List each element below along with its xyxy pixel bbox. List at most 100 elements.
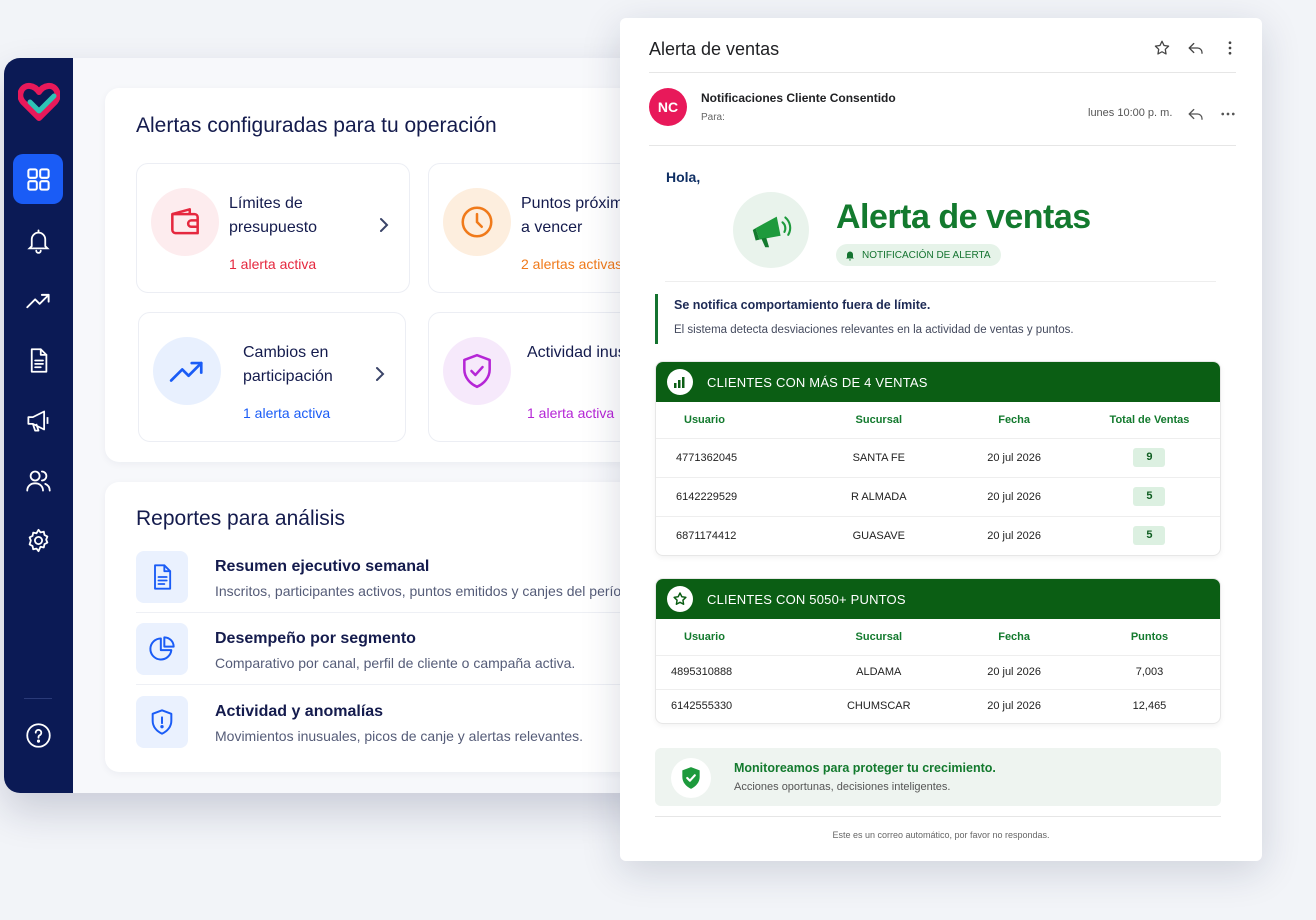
nav-help[interactable] <box>13 710 63 760</box>
badge-label: NOTIFICACIÓN DE ALERTA <box>862 249 991 261</box>
total-pill: 9 <box>1133 448 1166 467</box>
cell-user: 4895310888 <box>656 654 809 689</box>
column-header: Sucursal <box>855 413 902 426</box>
alerts-panel: Alertas configuradas para tu operación L… <box>105 88 664 462</box>
cell-branch: SANTA FE <box>808 437 950 477</box>
cell-date: 20 jul 2026 <box>949 654 1079 689</box>
cell-points: 12,465 <box>1078 688 1220 723</box>
more-options-button[interactable] <box>1220 38 1240 58</box>
reply-message-button[interactable] <box>1186 104 1206 124</box>
reply-icon <box>1188 42 1203 54</box>
column-header: Fecha <box>998 413 1031 426</box>
nav-settings[interactable] <box>13 515 63 565</box>
header-icon-circle <box>667 369 693 395</box>
megaphone-icon <box>752 216 792 248</box>
card-icon-circle <box>443 337 511 405</box>
banner-body: Acciones oportunas, decisiones inteligen… <box>734 781 951 793</box>
nav-reports[interactable] <box>13 335 63 385</box>
cell-user: 4771362045 <box>656 437 809 477</box>
email-divider <box>665 281 1216 282</box>
nav-users[interactable] <box>13 455 63 505</box>
gear-icon <box>28 528 48 552</box>
megaphone-icon <box>26 410 48 432</box>
report-anomalies[interactable]: Actividad y anomalías Movimientos inusua… <box>136 696 664 758</box>
report-weekly-summary[interactable]: Resumen ejecutivo semanal Inscritos, par… <box>136 551 664 613</box>
sidebar <box>4 58 73 793</box>
column-header: Total de Ventas <box>1109 413 1190 426</box>
document-icon <box>30 347 47 373</box>
star-button[interactable] <box>1152 38 1172 58</box>
limit-notice: Se notifica comportamiento fuera de lími… <box>655 294 1215 344</box>
message-actions <box>1186 104 1238 124</box>
chevron-right-icon <box>380 218 389 232</box>
cell-branch: R ALMADA <box>808 476 950 516</box>
cell-branch: ALDAMA <box>808 654 950 689</box>
star-icon <box>1154 40 1170 55</box>
nav-campaigns[interactable] <box>13 395 63 445</box>
nav-alerts[interactable] <box>13 215 63 265</box>
report-divider <box>136 684 664 685</box>
email-headline: Alerta de ventas <box>836 198 1091 236</box>
banner-title: Monitoreamos para proteger tu crecimient… <box>734 761 996 775</box>
table-header-row: Usuario Sucursal Fecha Puntos <box>656 619 1220 655</box>
auto-email-note: Este es un correo automático, por favor … <box>832 830 1050 840</box>
cell-points: 7,003 <box>1078 654 1220 689</box>
report-desc: Inscritos, participantes activos, puntos… <box>215 583 641 599</box>
pie-chart-icon <box>149 636 175 661</box>
to-label: Para: <box>701 112 725 123</box>
points-table: Usuario Sucursal Fecha Puntos 4895310888… <box>656 619 1220 723</box>
nav-dashboard[interactable] <box>13 154 63 204</box>
email-top-actions <box>1152 38 1240 58</box>
cell-user: 6142229529 <box>656 476 809 516</box>
reply-button[interactable] <box>1186 38 1206 58</box>
card-icon-circle <box>443 188 511 256</box>
column-header: Fecha <box>998 630 1031 643</box>
alerts-panel-title: Alertas configuradas para tu operación <box>136 114 497 137</box>
megaphone-badge <box>733 192 809 268</box>
more-vertical-icon <box>1228 41 1232 55</box>
chevron-right-icon <box>376 367 385 381</box>
sales-table-title: CLIENTES CON MÁS DE 4 VENTAS <box>707 374 928 390</box>
report-icon-box <box>136 551 188 603</box>
bell-icon <box>846 251 854 261</box>
report-segment-performance[interactable]: Desempeño por segmento Comparativo por c… <box>136 623 664 685</box>
trend-up-icon <box>169 361 203 382</box>
sales-table-card: CLIENTES CON MÁS DE 4 VENTAS Usuario Suc… <box>655 361 1221 556</box>
reply-icon <box>1188 108 1203 120</box>
nav-trends[interactable] <box>13 275 63 325</box>
points-table-card: CLIENTES CON 5050+ PUNTOS Usuario Sucurs… <box>655 578 1221 724</box>
notice-body: El sistema detecta desviaciones relevant… <box>674 324 1074 336</box>
dashboard-grid-icon <box>26 167 50 191</box>
cell-total: 5 <box>1078 476 1220 516</box>
email-subject: Alerta de ventas <box>649 39 780 59</box>
message-more-button[interactable] <box>1218 104 1238 124</box>
cell-date: 20 jul 2026 <box>949 437 1079 477</box>
alert-card-participation[interactable]: Cambios en participación 1 alerta activa <box>138 312 406 442</box>
card-status: 1 alerta activa <box>527 405 615 421</box>
sales-table-header: CLIENTES CON MÁS DE 4 VENTAS <box>656 362 1220 402</box>
report-icon-box <box>136 623 188 675</box>
email-divider <box>655 816 1221 817</box>
card-status: 2 alertas activas <box>521 256 623 272</box>
bar-chart-icon <box>674 377 685 388</box>
brand-heart-logo-icon <box>18 82 60 121</box>
card-title: Límites de presupuesto <box>229 195 318 236</box>
alert-card-budget[interactable]: Límites de presupuesto 1 alerta activa <box>136 163 410 293</box>
total-pill: 5 <box>1133 487 1166 506</box>
shield-circle <box>671 758 711 798</box>
email-divider <box>649 72 1236 73</box>
shield-alert-icon <box>151 709 173 735</box>
card-icon-circle <box>151 188 219 256</box>
column-header: Puntos <box>1130 630 1169 643</box>
protection-banner: Monitoreamos para proteger tu crecimient… <box>655 748 1221 806</box>
email-divider <box>649 145 1236 146</box>
report-title: Resumen ejecutivo semanal <box>215 558 430 575</box>
help-icon <box>25 722 51 748</box>
table-row: 4895310888 ALDAMA 20 jul 2026 7,003 <box>656 654 1220 689</box>
points-table-header: CLIENTES CON 5050+ PUNTOS <box>656 579 1220 619</box>
sales-table: Usuario Sucursal Fecha Total de Ventas 4… <box>656 402 1220 555</box>
reports-panel-title: Reportes para análisis <box>136 507 345 530</box>
table-row: 6142555330 CHUMSCAR 20 jul 2026 12,465 <box>656 688 1220 723</box>
card-status: 1 alerta activa <box>243 405 331 421</box>
card-title: Cambios en participación <box>243 344 333 385</box>
